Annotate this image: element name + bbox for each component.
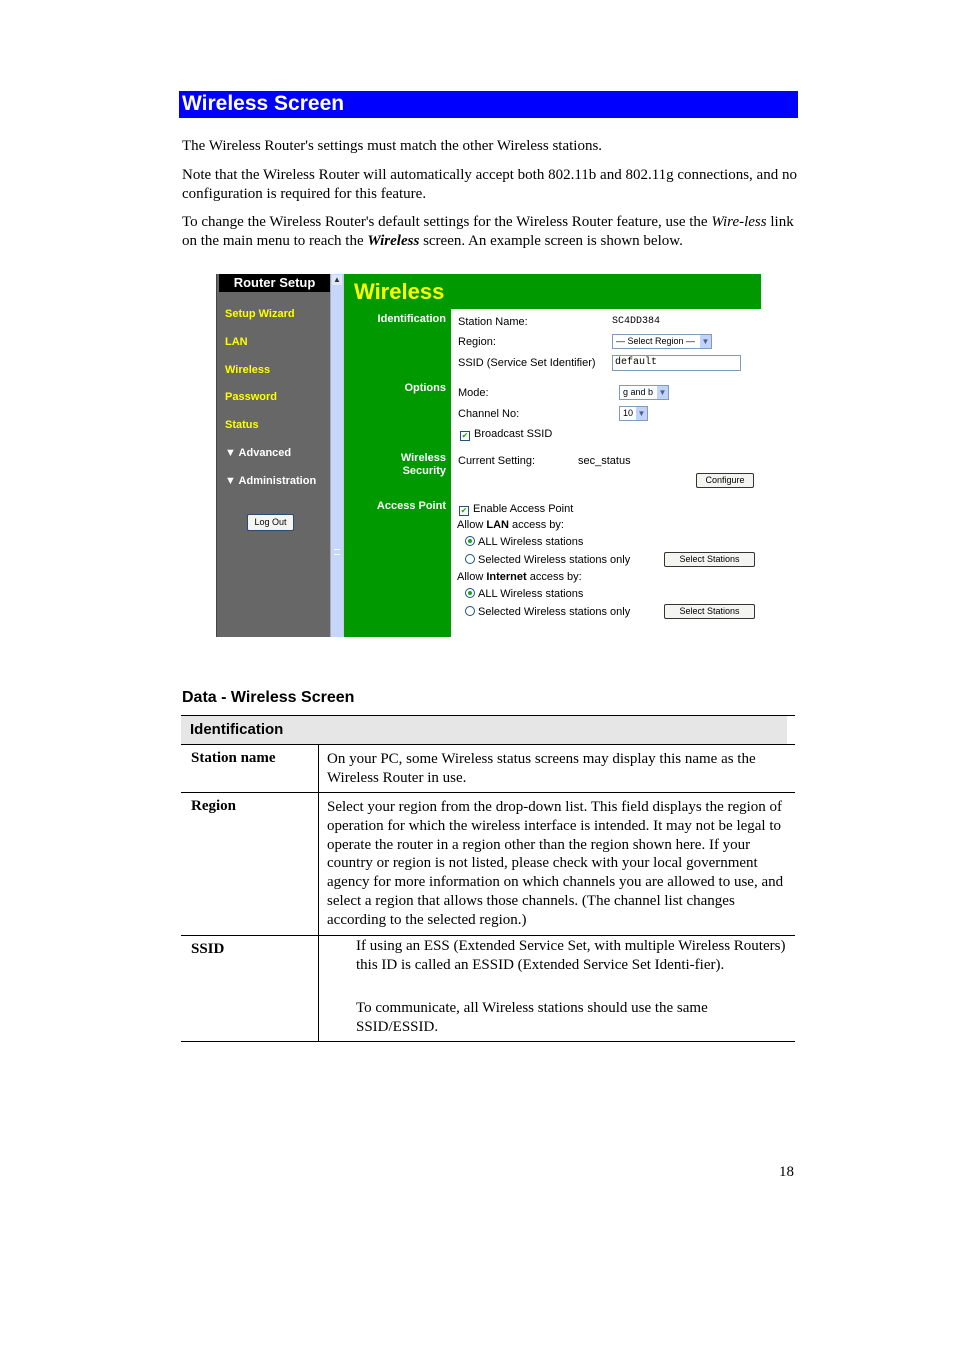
label: Advanced [238,447,292,459]
row-label-station-name: Station name [191,750,276,766]
triangle-down-icon: ▼ [225,447,236,459]
table-column-divider [318,744,319,1042]
page-number: 18 [779,1164,794,1180]
screen-name-ref: Wireless [367,233,420,249]
section-wireless-security: Wireless Security [401,452,446,478]
lan-select-stations-button[interactable]: Select Stations [664,552,755,567]
text: access by: [526,571,582,583]
page-title: Wireless [354,279,445,304]
chevron-down-icon: ▼ [636,407,647,420]
region-select[interactable]: — Select Region — ▼ [612,334,712,349]
chevron-down-icon: ▼ [700,335,711,348]
inet-selected-radio[interactable] [465,606,475,616]
section-options: Options [404,382,446,394]
sidebar-title: Router Setup [219,274,330,292]
label: Enable Access Point [473,503,574,515]
scroll-grip[interactable] [334,549,340,555]
section-access-point: Access Point [376,500,446,512]
broadcast-ssid-checkbox[interactable]: ✔ [460,431,470,441]
ssid-input[interactable]: default [612,355,741,371]
text: access by: [508,519,564,531]
intro-paragraph-2: Note that the Wireless Router will autom… [182,167,797,202]
table-rule [181,1041,795,1042]
scroll-up-icon[interactable]: ▲ [332,275,342,285]
sidebar-item-administration[interactable]: ▼ Administration [225,475,316,487]
configure-button[interactable]: Configure [696,473,754,488]
row-desc-ssid-2: To communicate, all Wireless stations sh… [356,1000,708,1035]
wireless-link-ref: Wire-less [711,214,767,230]
label: Administration [238,475,317,487]
allow-lan-label: Allow LAN access by: [457,519,564,531]
table-rule [181,935,795,936]
lan-selected-option[interactable]: Selected Wireless stations only [465,554,630,566]
allow-internet-label: Allow Internet access by: [457,571,582,583]
ssid-label: SSID (Service Set Identifier) [458,357,596,369]
region-label: Region: [458,336,496,348]
inet-all-radio[interactable] [465,588,475,598]
row-label-region: Region [191,798,236,814]
sidebar-item-setup-wizard[interactable]: Setup Wizard [225,308,295,320]
selected-value: 10 [623,408,634,418]
label: Selected Wireless stations only [478,606,631,618]
data-heading: Data - Wireless Screen [182,689,355,706]
mode-label: Mode: [458,387,489,399]
table-rule [181,744,795,745]
page-header: Wireless [344,274,761,309]
sidebar-item-password[interactable]: Password [225,391,277,403]
chevron-down-icon: ▼ [657,386,668,399]
text: screen. An example screen is shown below… [419,233,683,249]
lan-all-option[interactable]: ALL Wireless stations [465,536,583,548]
channel-label: Channel No: [458,408,520,420]
station-name-label: Station Name: [458,316,528,328]
sidebar-item-status[interactable]: Status [225,419,259,431]
section-identification: Identification [377,313,446,325]
enable-ap-checkbox[interactable]: ✔ [459,506,469,516]
row-label-ssid: SSID [191,941,225,957]
row-desc-ssid-1: If using an ESS (Extended Service Set, w… [356,938,786,973]
enable-ap-option[interactable]: ✔ Enable Access Point [459,503,573,516]
lan-selected-radio[interactable] [465,554,475,564]
table-section-header: Identification [181,716,787,744]
section-title: Identification [190,721,284,738]
logout-button[interactable]: Log Out [247,514,294,531]
text: Internet [486,571,527,583]
text: To change the Wireless Router's default … [182,214,712,230]
scrollbar[interactable]: ▲ [330,274,343,637]
intro-paragraph-1: The Wireless Router's settings must matc… [182,138,603,154]
lan-all-radio[interactable] [465,536,475,546]
mode-select[interactable]: g and b ▼ [619,385,669,400]
section-heading-bar: Wireless Screen [179,91,798,118]
inet-selected-option[interactable]: Selected Wireless stations only [465,606,630,618]
selected-value: — Select Region — [616,336,696,346]
text: Allow [457,519,487,531]
selected-value: g and b [623,387,654,397]
label: Broadcast SSID [474,428,553,440]
sidebar-item-lan[interactable]: LAN [225,336,248,348]
inet-select-stations-button[interactable]: Select Stations [664,604,755,619]
broadcast-ssid-option[interactable]: ✔ Broadcast SSID [460,428,552,441]
text: Allow [457,571,487,583]
triangle-down-icon: ▼ [225,475,236,487]
inet-all-option[interactable]: ALL Wireless stations [465,588,583,600]
label: Selected Wireless stations only [478,554,631,566]
station-name-value: SC4DD384 [612,316,661,327]
sidebar-item-wireless[interactable]: Wireless [225,364,270,376]
label: Wireless [400,452,446,464]
intro-paragraph-3: To change the Wireless Router's default … [182,213,797,251]
label: Security [402,465,446,477]
sidebar-item-advanced[interactable]: ▼ Advanced [225,447,291,459]
sidebar: Router Setup Setup Wizard LAN Wireless P… [216,274,330,637]
router-screenshot: Router Setup Setup Wizard LAN Wireless P… [216,274,761,637]
channel-select[interactable]: 10 ▼ [619,406,648,421]
row-desc-station-name: On your PC, some Wireless status screens… [327,751,756,786]
label: ALL Wireless stations [478,536,584,548]
row-desc-region: Select your region from the drop-down li… [327,799,784,928]
text: LAN [486,519,509,531]
current-setting-label: Current Setting: [458,455,536,467]
current-setting-value: sec_status [578,455,631,467]
section-heading: Wireless Screen [182,92,345,115]
label: ALL Wireless stations [478,588,584,600]
table-rule [181,792,795,793]
